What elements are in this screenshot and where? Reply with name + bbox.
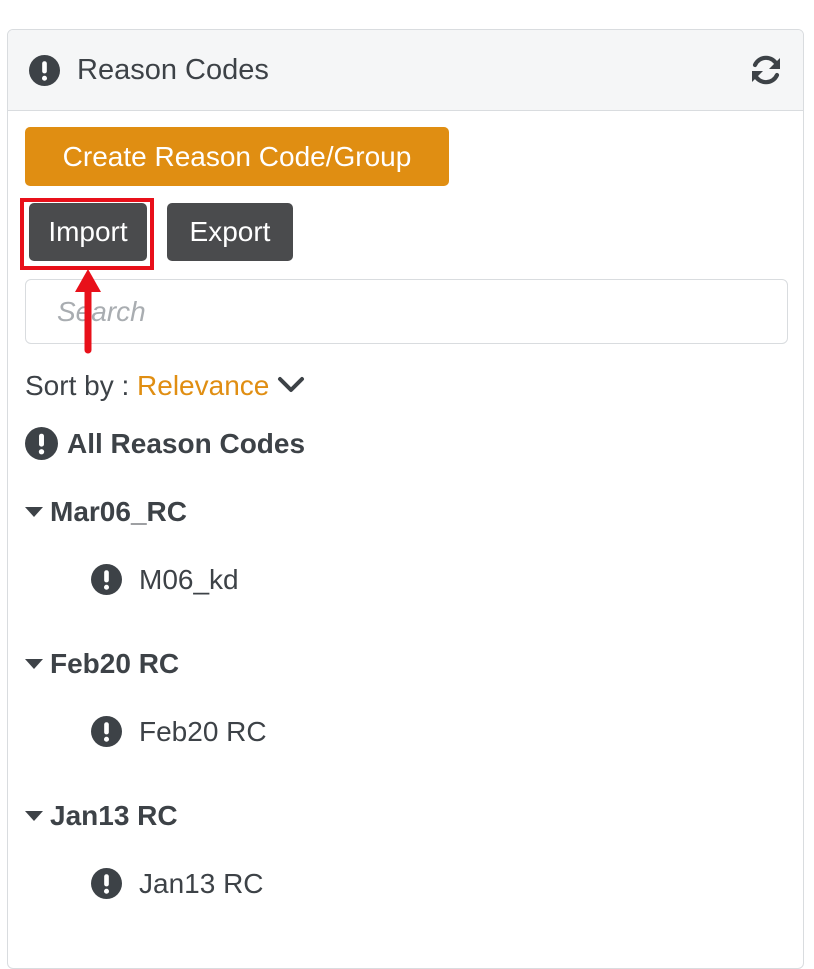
sort-value[interactable]: Relevance <box>137 370 269 401</box>
reason-code-group: Feb20 RC Feb20 RC <box>25 646 785 750</box>
all-reason-codes-label: All Reason Codes <box>67 428 306 459</box>
reason-code-item[interactable]: Feb20 RC <box>25 714 785 750</box>
group-name: Mar06_RC <box>50 496 187 527</box>
group-name: Feb20 RC <box>50 648 180 679</box>
panel-header: Reason Codes <box>8 30 803 111</box>
reason-code-group: Mar06_RC M06_kd <box>25 494 785 598</box>
create-reason-code-button[interactable]: Create Reason Code/Group <box>25 127 449 186</box>
group-header[interactable]: Jan13 RC <box>25 798 785 834</box>
refresh-icon[interactable] <box>748 52 784 88</box>
reason-code-name: Jan13 RC <box>139 868 264 899</box>
exclamation-circle-icon <box>25 427 58 460</box>
caret-down-icon[interactable] <box>25 658 43 670</box>
sort-control: Sort by : Relevance <box>25 368 305 404</box>
group-header[interactable]: Mar06_RC <box>25 494 785 530</box>
reason-code-group: Jan13 RC Jan13 RC <box>25 798 785 902</box>
reason-codes-panel: Reason Codes Create Reason Code/Group Im… <box>7 29 804 969</box>
import-button[interactable]: Import <box>29 203 147 261</box>
group-name: Jan13 RC <box>50 800 178 831</box>
reason-code-name: Feb20 RC <box>139 716 267 747</box>
panel-title: Reason Codes <box>77 54 269 86</box>
exclamation-circle-icon <box>29 55 60 86</box>
caret-down-icon[interactable] <box>25 810 43 822</box>
caret-down-icon[interactable] <box>25 506 43 518</box>
group-header[interactable]: Feb20 RC <box>25 646 785 682</box>
sort-label: Sort by : <box>25 370 138 401</box>
exclamation-circle-icon <box>91 868 122 899</box>
exclamation-circle-icon <box>91 716 122 747</box>
reason-code-name: M06_kd <box>139 564 239 595</box>
chevron-down-icon[interactable] <box>277 375 305 395</box>
export-button[interactable]: Export <box>167 203 293 261</box>
search-input[interactable] <box>25 279 788 344</box>
reason-code-item[interactable]: M06_kd <box>25 562 785 598</box>
reason-code-item[interactable]: Jan13 RC <box>25 866 785 902</box>
exclamation-circle-icon <box>91 564 122 595</box>
